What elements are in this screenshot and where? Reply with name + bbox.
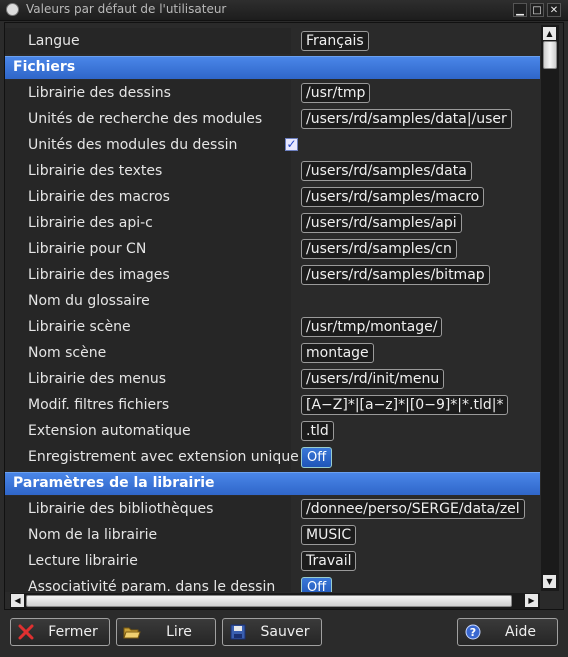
setting-row: Librairie scène/usr/tmp/montage/ xyxy=(5,314,540,340)
setting-value-field[interactable]: Travail xyxy=(301,551,357,571)
setting-label: Librairie des api-c xyxy=(28,215,153,231)
vertical-scroll-thumb[interactable] xyxy=(543,41,557,69)
setting-row: Librairie des dessins/usr/tmp xyxy=(5,80,540,106)
setting-row: Librairie des textes/users/rd/samples/da… xyxy=(5,158,540,184)
read-button[interactable]: Lire xyxy=(116,618,216,646)
help-button[interactable]: ? Aide xyxy=(457,618,558,646)
setting-label: Extension automatique xyxy=(28,423,191,439)
arrow-up-icon[interactable]: ▲ xyxy=(543,27,556,40)
setting-row: Unités de recherche des modules/users/rd… xyxy=(5,106,540,132)
setting-value-field[interactable]: /users/rd/samples/bitmap xyxy=(301,265,490,285)
setting-row: Enregistrement avec extension unique Off xyxy=(5,444,540,470)
setting-label: Nom du glossaire xyxy=(28,293,150,309)
arrow-left-icon[interactable]: ◀ xyxy=(11,594,24,607)
window-title: Valeurs par défaut de l'utilisateur xyxy=(26,2,227,16)
setting-value-field[interactable]: montage xyxy=(301,343,374,363)
setting-label: Librairie scène xyxy=(28,319,131,335)
setting-row: Librairie des bibliothèques/donnee/perso… xyxy=(5,496,540,522)
minimize-icon[interactable]: ▁ xyxy=(513,3,527,17)
setting-label: Librairie des menus xyxy=(28,371,167,387)
setting-value-field[interactable]: /donnee/perso/SERGE/data/zel xyxy=(301,499,525,519)
setting-label: Langue xyxy=(28,33,80,49)
arrow-right-icon[interactable]: ▶ xyxy=(525,594,538,607)
close-window-icon[interactable]: ✕ xyxy=(547,3,561,17)
setting-label: Librairie des dessins xyxy=(28,85,171,101)
setting-label: Associativité param. dans le dessin xyxy=(28,579,276,592)
setting-label: Nom scène xyxy=(28,345,107,361)
setting-label: Librairie des images xyxy=(28,267,170,283)
setting-row: Lecture librairie Travail xyxy=(5,548,540,574)
setting-label: Librairie des textes xyxy=(28,163,163,179)
save-button[interactable]: Sauver xyxy=(222,618,322,646)
app-icon xyxy=(6,3,19,16)
setting-label: Librairie des bibliothèques xyxy=(28,501,214,517)
vertical-scrollbar[interactable]: ▲ ▼ xyxy=(541,25,559,591)
setting-label: Lecture librairie xyxy=(28,553,138,569)
setting-label: Unités des modules du dessin xyxy=(28,137,238,153)
setting-row: Librairie des api-c/users/rd/samples/api xyxy=(5,210,540,236)
title-bar[interactable]: Valeurs par défaut de l'utilisateur ▁ □ … xyxy=(0,0,568,21)
setting-value-field[interactable]: /users/rd/samples/cn xyxy=(301,239,457,259)
setting-label: Enregistrement avec extension unique xyxy=(28,449,299,465)
setting-row: Nom scène montage xyxy=(5,340,540,366)
setting-label: Nom de la librairie xyxy=(28,527,158,543)
setting-value-field[interactable]: /users/rd/samples/data xyxy=(301,161,472,181)
help-button-label: Aide xyxy=(505,624,536,640)
setting-row: Nom du glossaire xyxy=(5,288,540,314)
setting-toggle-button[interactable]: Off xyxy=(301,577,333,592)
close-button-label: Fermer xyxy=(48,624,98,640)
setting-value-field[interactable]: [A−Z]*|[a−z]*|[0−9]*|*.tld|* xyxy=(301,395,509,415)
settings-list: Langue Français Fichiers Librairie des dess… xyxy=(5,25,540,592)
setting-label: Unités de recherche des modules xyxy=(28,111,263,127)
setting-value-field[interactable]: Français xyxy=(301,31,369,51)
setting-checkbox[interactable]: ✓ xyxy=(285,138,298,151)
setting-row: Nom de la librairie MUSIC xyxy=(5,522,540,548)
setting-toggle-button[interactable]: Off xyxy=(301,447,333,468)
save-button-label: Sauver xyxy=(260,624,310,640)
setting-value-field[interactable]: /usr/tmp/montage/ xyxy=(301,317,443,337)
arrow-down-icon[interactable]: ▼ xyxy=(543,575,556,588)
horizontal-scrollbar[interactable]: ◀ ▶ xyxy=(10,593,540,609)
close-button[interactable]: Fermer xyxy=(10,618,110,646)
section-title: Paramètres de la librairie xyxy=(13,475,215,491)
section-header: Fichiers xyxy=(5,56,540,79)
setting-value-field[interactable]: /users/rd/init/menu xyxy=(301,369,445,389)
svg-text:?: ? xyxy=(470,626,476,639)
setting-row: Modif. filtres fichiers [A−Z]*|[a−z]*|[0−… xyxy=(5,392,540,418)
setting-value-field[interactable]: MUSIC xyxy=(301,525,357,545)
setting-row: Unités des modules du dessin ✓ xyxy=(5,132,540,158)
setting-row: Librairie des images/users/rd/samples/bi… xyxy=(5,262,540,288)
setting-value-field[interactable]: /usr/tmp xyxy=(301,83,371,103)
setting-label: Librairie pour CN xyxy=(28,241,147,257)
close-icon xyxy=(18,624,34,640)
setting-value-field[interactable]: /users/rd/samples/api xyxy=(301,213,462,233)
setting-label: Librairie des macros xyxy=(28,189,170,205)
setting-row: Extension automatique .tld xyxy=(5,418,540,444)
read-button-label: Lire xyxy=(166,624,192,640)
setting-row: Librairie des menus/users/rd/init/menu xyxy=(5,366,540,392)
folder-open-icon xyxy=(123,627,141,639)
setting-row: Librairie pour CN/users/rd/samples/cn xyxy=(5,236,540,262)
setting-value-field[interactable]: /users/rd/samples/data|/user xyxy=(301,109,512,129)
maximize-icon[interactable]: □ xyxy=(530,3,544,17)
setting-label: Modif. filtres fichiers xyxy=(28,397,170,413)
section-title: Fichiers xyxy=(13,59,76,75)
setting-row: Librairie des macros/users/rd/samples/ma… xyxy=(5,184,540,210)
setting-value-field[interactable]: .tld xyxy=(301,421,334,441)
setting-row: Associativité param. dans le dessin Off xyxy=(5,574,540,592)
horizontal-scroll-thumb[interactable] xyxy=(26,595,512,607)
help-icon: ? xyxy=(465,624,481,640)
floppy-disk-icon xyxy=(230,624,246,640)
setting-value-field[interactable]: /users/rd/samples/macro xyxy=(301,187,485,207)
setting-row: Langue Français xyxy=(5,28,540,54)
section-header: Paramètres de la librairie xyxy=(5,472,540,495)
